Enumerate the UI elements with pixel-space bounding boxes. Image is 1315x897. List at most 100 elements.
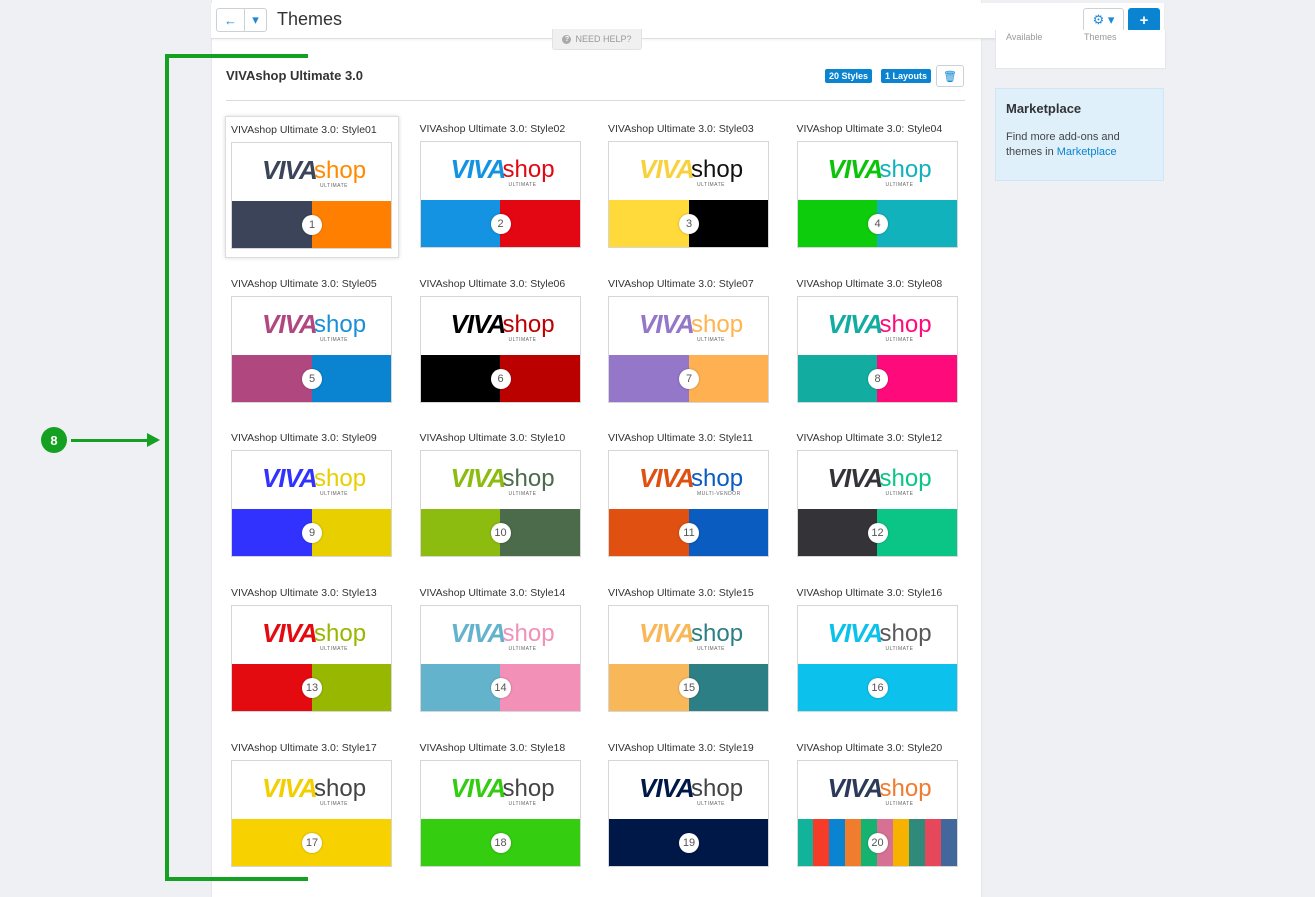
vivashop-logo: VIVA shop ULTIMATE bbox=[798, 761, 957, 819]
trash-icon: 🗑 bbox=[943, 70, 957, 83]
style-card[interactable]: VIVAshop Ultimate 3.0: Style06 VIVA shop UL… bbox=[415, 271, 587, 411]
logo-shop: shop bbox=[314, 310, 367, 338]
style-preview[interactable]: VIVA shop ULTIMATE 15 bbox=[608, 605, 769, 713]
color-swatch bbox=[609, 354, 689, 402]
style-card[interactable]: VIVAshop Ultimate 3.0: Style14 VIVA shop UL… bbox=[415, 580, 587, 720]
style-number: 8 bbox=[867, 368, 888, 389]
style-preview[interactable]: VIVA shop ULTIMATE 8 bbox=[796, 295, 958, 403]
style-card[interactable]: VIVAshop Ultimate 3.0: Style04 VIVA shop UL… bbox=[792, 116, 964, 256]
logo-shop: shop bbox=[502, 465, 555, 493]
color-swatch bbox=[797, 354, 877, 402]
style-preview[interactable]: VIVA shop ULTIMATE 16 bbox=[796, 605, 958, 713]
logo-subtitle: ULTIMATE bbox=[508, 491, 537, 498]
style-number: 12 bbox=[867, 523, 888, 544]
color-swatch bbox=[924, 818, 941, 866]
style-preview[interactable]: VIVA shop ULTIMATE 20 bbox=[796, 759, 958, 867]
color-swatch bbox=[311, 201, 391, 248]
page-title: Themes bbox=[277, 9, 343, 29]
color-swatch bbox=[813, 818, 830, 866]
logo-subtitle: ULTIMATE bbox=[320, 491, 348, 498]
style-card[interactable]: VIVAshop Ultimate 3.0: Style07 VIVA shop UL… bbox=[603, 271, 775, 411]
logo-viva: VIVA bbox=[827, 308, 884, 339]
color-swatch bbox=[908, 818, 925, 866]
style-title: VIVAshop Ultimate 3.0: Style03 bbox=[608, 123, 754, 135]
style-title: VIVAshop Ultimate 3.0: Style16 bbox=[796, 587, 943, 600]
color-swatch bbox=[311, 509, 391, 557]
style-preview[interactable]: VIVA shop ULTIMATE 14 bbox=[419, 605, 581, 713]
style-title: VIVAshop Ultimate 3.0: Style06 bbox=[419, 277, 566, 290]
style-preview[interactable]: VIVA shop ULTIMATE 3 bbox=[608, 141, 769, 248]
vivashop-logo: VIVA shop ULTIMATE bbox=[609, 142, 768, 200]
vivashop-logo: VIVA shop ULTIMATE bbox=[798, 451, 957, 509]
style-card[interactable]: VIVAshop Ultimate 3.0: Style12 VIVA shop UL… bbox=[792, 425, 964, 565]
style-card[interactable]: VIVAshop Ultimate 3.0: Style18 VIVA shop UL… bbox=[415, 735, 587, 875]
settings-dropdown-button[interactable]: ⚙ ▾ bbox=[1083, 8, 1124, 32]
style-preview[interactable]: VIVA shop ULTIMATE 2 bbox=[419, 141, 581, 248]
style-card[interactable]: VIVAshop Ultimate 3.0: Style11 VIVA shop MU… bbox=[603, 425, 775, 565]
marketplace-link[interactable]: Marketplace bbox=[1057, 146, 1117, 158]
color-swatch bbox=[609, 664, 689, 712]
vivashop-logo: VIVA shop ULTIMATE bbox=[798, 297, 957, 355]
style-card[interactable]: VIVAshop Ultimate 3.0: Style15 VIVA shop UL… bbox=[603, 580, 775, 720]
delete-theme-button[interactable]: 🗑 bbox=[936, 65, 964, 87]
style-title: VIVAshop Ultimate 3.0: Style02 bbox=[419, 123, 566, 135]
style-preview[interactable]: VIVA shop ULTIMATE 4 bbox=[796, 141, 958, 248]
style-preview[interactable]: VIVA shop MULTI-VENDOR 11 bbox=[608, 450, 769, 558]
logo-subtitle: ULTIMATE bbox=[885, 336, 914, 343]
logo-viva: VIVA bbox=[639, 618, 695, 649]
back-button[interactable]: ← bbox=[216, 8, 245, 32]
style-preview[interactable]: VIVA shop ULTIMATE 10 bbox=[419, 450, 581, 558]
plus-icon: + bbox=[1139, 11, 1149, 29]
style-card[interactable]: VIVAshop Ultimate 3.0: Style10 VIVA shop UL… bbox=[415, 425, 587, 565]
vivashop-logo: VIVA shop MULTI-VENDOR bbox=[609, 451, 768, 509]
style-card[interactable]: VIVAshop Ultimate 3.0: Style03 VIVA shop UL… bbox=[603, 116, 775, 256]
logo-subtitle: ULTIMATE bbox=[508, 646, 537, 653]
style-preview[interactable]: VIVA shop ULTIMATE 19 bbox=[608, 759, 769, 867]
logo-subtitle: ULTIMATE bbox=[885, 646, 914, 653]
vivashop-logo: VIVA shop ULTIMATE bbox=[798, 606, 957, 664]
logo-shop: shop bbox=[502, 774, 555, 802]
style-number: 6 bbox=[490, 368, 511, 389]
logo-viva: VIVA bbox=[827, 154, 884, 184]
logo-subtitle: ULTIMATE bbox=[697, 646, 725, 653]
style-card[interactable]: VIVAshop Ultimate 3.0: Style08 VIVA shop UL… bbox=[792, 271, 964, 411]
style-preview[interactable]: VIVA shop ULTIMATE 6 bbox=[419, 295, 581, 403]
color-swatch bbox=[311, 818, 391, 866]
logo-shop: shop bbox=[502, 156, 555, 183]
back-dropdown-button[interactable]: ▾ bbox=[244, 8, 267, 32]
style-card[interactable]: VIVAshop Ultimate 3.0: Style19 VIVA shop UL… bbox=[603, 735, 775, 875]
logo-shop: shop bbox=[314, 620, 367, 648]
logo-subtitle: ULTIMATE bbox=[320, 336, 348, 343]
gear-icon: ⚙ ▾ bbox=[1092, 12, 1115, 27]
style-card[interactable]: VIVAshop Ultimate 3.0: Style02 VIVA shop UL… bbox=[415, 116, 587, 256]
color-swatch bbox=[609, 818, 689, 866]
need-help-tab[interactable]: ? NEED HELP? bbox=[552, 29, 642, 50]
question-icon: ? bbox=[562, 34, 572, 44]
style-title: VIVAshop Ultimate 3.0: Style11 bbox=[608, 432, 753, 445]
color-swatch bbox=[420, 200, 500, 247]
vivashop-logo: VIVA shop ULTIMATE bbox=[609, 761, 768, 819]
style-card[interactable]: VIVAshop Ultimate 3.0: Style16 VIVA shop UL… bbox=[792, 580, 964, 720]
logo-subtitle: ULTIMATE bbox=[885, 491, 914, 498]
color-swatch bbox=[877, 200, 957, 247]
style-title: VIVAshop Ultimate 3.0: Style12 bbox=[796, 432, 943, 445]
color-swatch bbox=[500, 200, 580, 247]
logo-viva: VIVA bbox=[639, 463, 695, 494]
style-card[interactable]: VIVAshop Ultimate 3.0: Style20 VIVA shop UL… bbox=[792, 735, 964, 875]
logo-subtitle: ULTIMATE bbox=[885, 182, 914, 188]
add-button[interactable]: + bbox=[1128, 8, 1160, 32]
chevron-down-icon: ▾ bbox=[252, 12, 259, 27]
style-preview[interactable]: VIVA shop ULTIMATE 12 bbox=[796, 450, 958, 558]
color-swatch bbox=[797, 818, 814, 866]
style-title: VIVAshop Ultimate 3.0: Style07 bbox=[608, 277, 754, 290]
marketplace-panel: Marketplace Find more add-ons and themes… bbox=[995, 88, 1164, 181]
style-number: 4 bbox=[867, 214, 888, 234]
style-preview[interactable]: VIVA shop ULTIMATE 7 bbox=[608, 295, 769, 403]
vivashop-logo: VIVA shop ULTIMATE bbox=[421, 297, 580, 355]
style-preview[interactable]: VIVA shop ULTIMATE 18 bbox=[419, 759, 581, 867]
style-title: VIVAshop Ultimate 3.0: Style10 bbox=[419, 432, 566, 445]
style-number: 18 bbox=[490, 832, 511, 853]
vivashop-logo: VIVA shop ULTIMATE bbox=[798, 142, 957, 200]
style-number: 16 bbox=[867, 678, 888, 699]
color-swatch bbox=[877, 354, 957, 402]
